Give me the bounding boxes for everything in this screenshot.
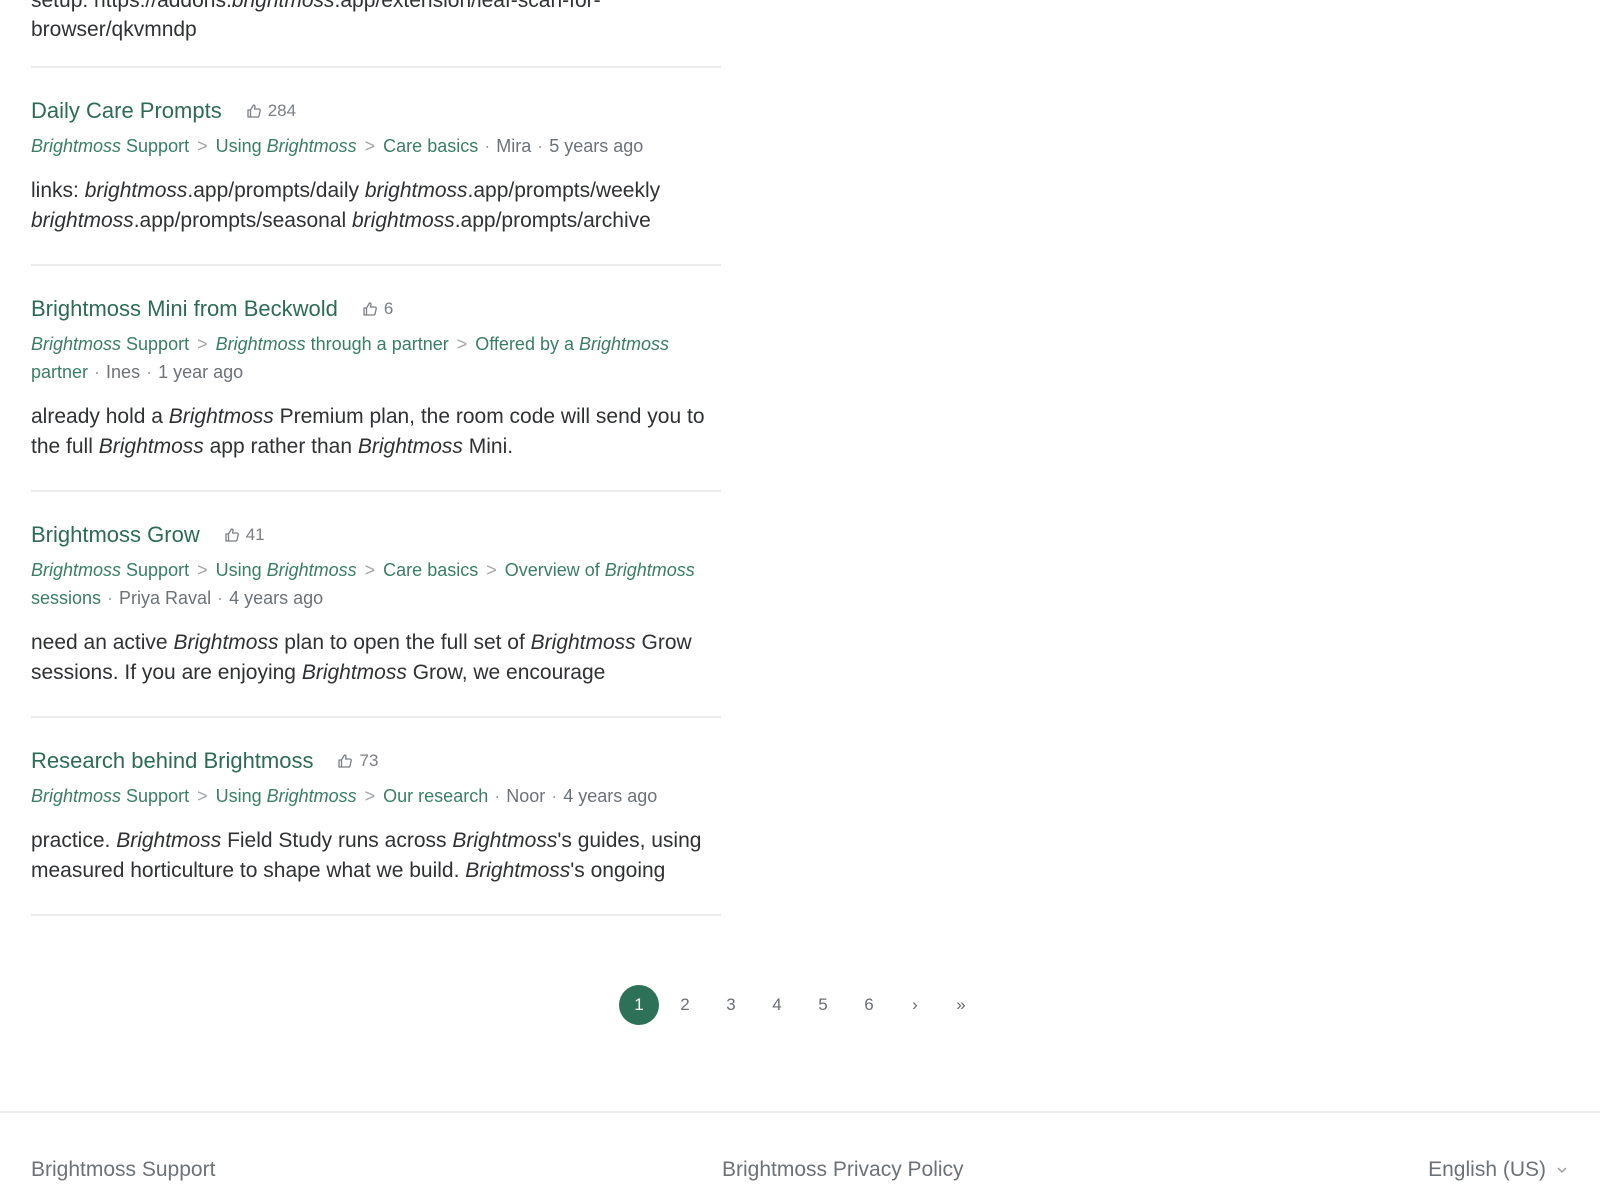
result-author: Mira — [496, 136, 532, 156]
meta-separator: · — [107, 588, 114, 608]
meta-separator: · — [494, 786, 501, 806]
breadcrumb-separator: > — [197, 786, 208, 806]
breadcrumb-link[interactable]: Using Brightmoss — [216, 136, 357, 156]
result-author: Noor — [506, 786, 546, 806]
result-time: 4 years ago — [563, 786, 658, 806]
result-items: Daily Care Prompts 284 Brightmoss Support >… — [31, 68, 721, 916]
result-meta: Brightmoss Support > Brightmoss through a … — [31, 330, 721, 386]
result-excerpt-previous: setup: https://addons.brightmoss.app/ext… — [31, 0, 721, 68]
breadcrumb-link[interactable]: Care basics — [383, 560, 478, 580]
vote-count: 284 — [246, 101, 296, 121]
breadcrumb-link[interactable]: Brightmoss Support — [31, 560, 189, 580]
vote-number: 6 — [383, 299, 394, 318]
search-results-page: setup: https://addons.brightmoss.app/ext… — [0, 0, 1600, 1200]
breadcrumb-separator: > — [197, 136, 208, 156]
result-title-link[interactable]: Research behind Brightmoss — [31, 748, 313, 774]
result-meta: Brightmoss Support > Using Brightmoss > Care… — [31, 556, 721, 612]
result-excerpt: need an active Brightmoss plan to open t… — [31, 631, 692, 684]
meta-separator: · — [551, 786, 558, 806]
result-title-link[interactable]: Brightmoss Grow — [31, 522, 200, 548]
result-item: Brightmoss Grow 41 Brightmoss Support > Usin… — [31, 492, 721, 718]
footer: Brightmoss Support Brightmoss Privacy Po… — [0, 1111, 1600, 1200]
next-page-button[interactable]: › — [895, 985, 935, 1025]
result-item: Brightmoss Mini from Beckwold 6 Brightmoss… — [31, 266, 721, 492]
breadcrumb-separator: > — [364, 786, 376, 806]
result-title-link[interactable]: Daily Care Prompts — [31, 98, 222, 124]
breadcrumb-link[interactable]: Using Brightmoss — [216, 560, 357, 580]
result-item: Research behind Brightmoss 73 Brightmoss S… — [31, 718, 721, 916]
breadcrumb-separator: > — [197, 334, 208, 354]
thumbs-up-icon — [247, 104, 261, 118]
breadcrumb-separator: > — [197, 560, 208, 580]
result-author: Priya Raval — [119, 588, 212, 608]
result-title-link[interactable]: Brightmoss Mini from Beckwold — [31, 296, 338, 322]
language-selector[interactable]: English (US) — [1428, 1158, 1568, 1182]
excerpt-text: .app/extension/leaf-scan-for- — [334, 0, 601, 12]
thumbs-up-icon — [338, 754, 353, 768]
result-excerpt: links: brightmoss.app/prompts/daily brig… — [31, 179, 661, 232]
chevron-down-icon — [1557, 1167, 1567, 1174]
excerpt-text: browser/qkvmndp — [31, 18, 197, 41]
result-time: 1 year ago — [158, 362, 244, 382]
result-time: 4 years ago — [229, 588, 324, 608]
pagination: 1 2 3 4 5 6 ›» — [619, 985, 987, 1025]
page-button-3[interactable]: 3 — [711, 985, 751, 1025]
excerpt-text: setup: https://addons. — [31, 0, 232, 12]
result-header: Brightmoss Mini from Beckwold 6 — [31, 290, 721, 328]
breadcrumb-separator: > — [486, 560, 497, 580]
thumbs-up-icon — [225, 528, 239, 542]
result-excerpt: practice. Brightmoss Field Study runs ac… — [31, 829, 702, 882]
vote-number: 73 — [359, 751, 379, 770]
breadcrumb-separator: > — [456, 334, 468, 354]
vote-number: 284 — [267, 101, 297, 120]
page-button-4[interactable]: 4 — [757, 985, 797, 1025]
thumbs-up-icon — [363, 302, 377, 316]
language-label: English (US) — [1428, 1158, 1546, 1181]
vote-count: 6 — [362, 299, 393, 319]
breadcrumb-link[interactable]: Brightmoss Support — [31, 786, 189, 806]
page-button-6[interactable]: 6 — [849, 985, 889, 1025]
footer-privacy-link[interactable]: Brightmoss Privacy Policy — [722, 1158, 964, 1182]
breadcrumb-link[interactable]: Brightmoss through a partner — [216, 334, 449, 354]
breadcrumb-link[interactable]: Using Brightmoss — [216, 786, 357, 806]
vote-count: 73 — [337, 751, 378, 771]
last-page-button[interactable]: » — [941, 985, 981, 1025]
result-header: Research behind Brightmoss 73 — [31, 742, 721, 780]
results-list: setup: https://addons.brightmoss.app/ext… — [31, 0, 721, 916]
breadcrumb-link[interactable]: Brightmoss Support — [31, 334, 189, 354]
footer-brand-link[interactable]: Brightmoss Support — [31, 1158, 215, 1182]
meta-separator: · — [537, 136, 544, 156]
meta-separator: · — [146, 362, 153, 382]
excerpt-brand: brightmoss — [231, 0, 335, 12]
breadcrumb-link[interactable]: Brightmoss Support — [31, 136, 189, 156]
breadcrumb-link[interactable]: Care basics — [383, 136, 478, 156]
vote-number: 41 — [245, 525, 265, 544]
result-meta: Brightmoss Support > Using Brightmoss > Our … — [31, 782, 721, 810]
result-header: Brightmoss Grow 41 — [31, 516, 721, 554]
page-button-5[interactable]: 5 — [803, 985, 843, 1025]
result-item: Daily Care Prompts 284 Brightmoss Support >… — [31, 68, 721, 266]
result-time: 5 years ago — [549, 136, 644, 156]
breadcrumb-link[interactable]: Our research — [383, 786, 488, 806]
meta-separator: · — [94, 362, 101, 382]
vote-count: 41 — [224, 525, 265, 545]
result-excerpt: already hold a Brightmoss Premium plan, … — [31, 405, 705, 458]
page-button-2[interactable]: 2 — [665, 985, 705, 1025]
meta-separator: · — [484, 136, 491, 156]
page-button-1[interactable]: 1 — [619, 985, 659, 1025]
result-meta: Brightmoss Support > Using Brightmoss > Care… — [31, 132, 721, 160]
result-author: Ines — [106, 362, 141, 382]
breadcrumb-separator: > — [364, 560, 376, 580]
meta-separator: · — [217, 588, 224, 608]
breadcrumb-separator: > — [364, 136, 376, 156]
result-header: Daily Care Prompts 284 — [31, 92, 721, 130]
